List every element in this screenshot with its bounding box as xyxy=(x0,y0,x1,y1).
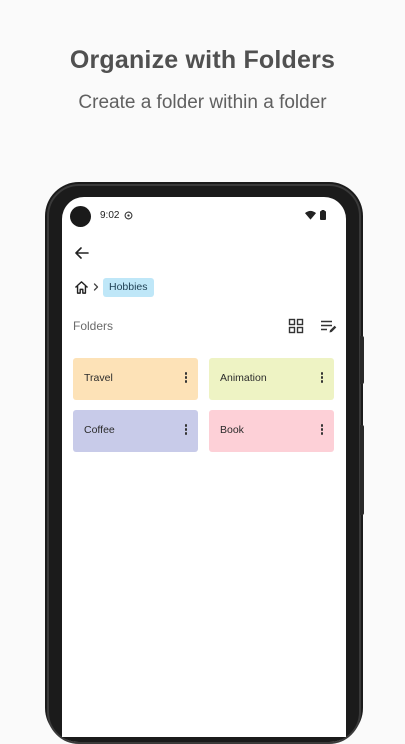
folder-card-book[interactable]: Book xyxy=(209,410,334,452)
folder-card-animation[interactable]: Animation xyxy=(209,358,334,400)
chevron-right-icon xyxy=(93,283,99,291)
folder-name: Book xyxy=(220,424,244,436)
back-arrow-icon[interactable] xyxy=(72,243,92,263)
app-screen: 9:02 Hobbies Folders Travel Animation Co… xyxy=(62,197,346,737)
phone-volume-button xyxy=(360,425,364,515)
wifi-icon xyxy=(305,210,316,220)
folder-name: Travel xyxy=(84,372,113,384)
more-vert-icon[interactable] xyxy=(317,423,327,439)
breadcrumb-current[interactable]: Hobbies xyxy=(103,278,154,297)
more-vert-icon[interactable] xyxy=(317,371,327,387)
more-vert-icon[interactable] xyxy=(181,371,191,387)
battery-icon xyxy=(320,210,326,220)
sort-edit-icon[interactable] xyxy=(320,318,337,334)
notification-icon xyxy=(124,211,133,220)
more-vert-icon[interactable] xyxy=(181,423,191,439)
grid-view-icon[interactable] xyxy=(288,318,304,334)
front-camera xyxy=(70,206,91,227)
status-time: 9:02 xyxy=(100,210,120,221)
folder-card-coffee[interactable]: Coffee xyxy=(73,410,198,452)
folder-name: Coffee xyxy=(84,424,115,436)
section-title: Folders xyxy=(73,319,114,333)
folder-card-travel[interactable]: Travel xyxy=(73,358,198,400)
folder-name: Animation xyxy=(220,372,267,384)
promo-subtitle: Create a folder within a folder xyxy=(78,92,327,113)
home-icon[interactable] xyxy=(74,280,89,295)
phone-power-button xyxy=(360,336,364,384)
promo-title: Organize with Folders xyxy=(69,46,336,74)
